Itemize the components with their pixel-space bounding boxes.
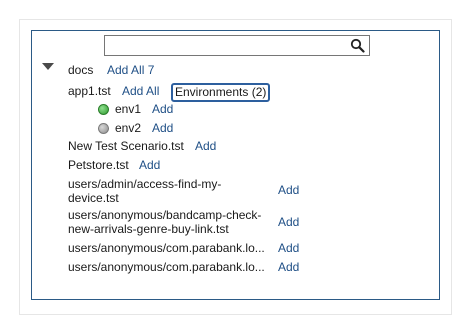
tree-item-file-label: users/anonymous/com.parabank.lo... [68, 241, 265, 255]
add-file-link[interactable]: Add [195, 139, 216, 153]
add-env2-link[interactable]: Add [152, 121, 173, 135]
tree-item-file-label-line1: users/admin/access-find-my- [68, 177, 222, 191]
tree-item-file-label: New Test Scenario.tst [68, 139, 184, 153]
tree-item-env2-label: env2 [115, 121, 142, 135]
tree-item-file-label: Petstore.tst [68, 158, 129, 172]
add-file-link[interactable]: Add [278, 215, 299, 229]
expand-collapse-triangle-icon[interactable] [42, 63, 54, 70]
env-status-active-icon [98, 104, 109, 115]
search-input[interactable] [107, 37, 351, 53]
search-box[interactable] [104, 35, 370, 56]
tree-item-app1-label: app1.tst [68, 84, 111, 98]
tree-item-file-label-line2: new-arrivals-genre-buy-link.tst [68, 222, 229, 236]
environments-toggle-button[interactable]: Environments (2) [171, 83, 271, 102]
tree-item-file-label-line1: users/anonymous/bandcamp-check- [68, 208, 262, 222]
add-file-link[interactable]: Add [278, 183, 299, 197]
add-file-link[interactable]: Add [278, 260, 299, 274]
tree-item-file-label-line2: device.tst [68, 191, 119, 205]
add-env1-link[interactable]: Add [152, 102, 173, 116]
search-icon[interactable] [350, 38, 365, 53]
tree-item-file-label: users/anonymous/com.parabank.lo... [68, 260, 265, 274]
tree-root-label: docs [68, 63, 94, 77]
add-file-link[interactable]: Add [278, 241, 299, 255]
tree-item-env1-label: env1 [115, 102, 142, 116]
add-all-root-link[interactable]: Add All 7 [107, 63, 154, 77]
add-file-link[interactable]: Add [139, 158, 160, 172]
env-status-inactive-icon [98, 123, 109, 134]
add-all-app1-link[interactable]: Add All [122, 84, 159, 98]
